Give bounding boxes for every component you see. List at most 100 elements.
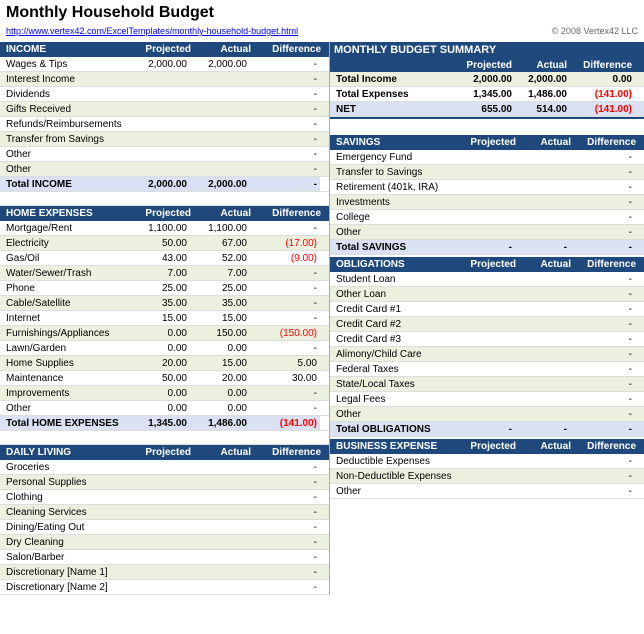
row-diff: (17.00) [250, 236, 320, 250]
row-label: Improvements [0, 386, 130, 400]
summary-row-diff: (141.00) [570, 87, 635, 101]
row-label: Retirement (401k, IRA) [330, 180, 460, 194]
row-label: Salon/Barber [0, 550, 130, 564]
row-projected: 43.00 [130, 251, 190, 265]
business-actual-label: Actual [519, 441, 574, 452]
template-link[interactable]: http://www.vertex42.com/ExcelTemplates/m… [6, 26, 298, 36]
savings-row: Investments - [330, 195, 644, 210]
row-actual [515, 469, 570, 483]
row-diff: 30.00 [250, 371, 320, 385]
income-total-diff: - [250, 177, 320, 191]
income-total-row: Total INCOME 2,000.00 2,000.00 - [0, 177, 329, 192]
row-projected: 1,100.00 [130, 221, 190, 235]
row-projected: 0.00 [130, 386, 190, 400]
income-row: Refunds/Reimbursements - [0, 117, 329, 132]
row-diff: - [250, 341, 320, 355]
row-label: Phone [0, 281, 130, 295]
row-projected: 25.00 [130, 281, 190, 295]
spreadsheet: Monthly Household Budget http://www.vert… [0, 0, 644, 595]
row-label: Other Loan [330, 287, 460, 301]
row-diff: - [570, 454, 635, 468]
page-title: Monthly Household Budget [6, 4, 214, 22]
summary-actual-lbl: Actual [515, 58, 570, 72]
row-projected [460, 180, 515, 194]
summary-col-headers: Projected Actual Difference [330, 58, 644, 72]
summary-row-projected: 1,345.00 [460, 87, 515, 101]
row-actual [190, 580, 250, 594]
row-diff: - [250, 117, 320, 131]
row-projected [460, 287, 515, 301]
income-projected-label: Projected [134, 44, 194, 55]
left-column: INCOME Projected Actual Difference Wages… [0, 42, 330, 595]
row-label: Credit Card #3 [330, 332, 460, 346]
row-projected: 0.00 [130, 341, 190, 355]
business-diff-label: Difference [574, 441, 639, 452]
row-label: Transfer to Savings [330, 165, 460, 179]
row-projected: 0.00 [130, 326, 190, 340]
row-projected [460, 272, 515, 286]
row-diff: - [570, 225, 635, 239]
row-diff: - [570, 317, 635, 331]
row-diff: - [570, 302, 635, 316]
row-projected [460, 407, 515, 421]
obligations-row: Student Loan - [330, 272, 644, 287]
row-actual [515, 225, 570, 239]
savings-row: Emergency Fund - [330, 150, 644, 165]
summary-row-label: Total Income [330, 72, 460, 86]
row-diff: 5.00 [250, 356, 320, 370]
row-actual [515, 362, 570, 376]
row-diff: - [570, 484, 635, 498]
row-label: Cable/Satellite [0, 296, 130, 310]
row-actual [190, 550, 250, 564]
row-projected [460, 165, 515, 179]
summary-row: Total Income 2,000.00 2,000.00 0.00 [330, 72, 644, 87]
daily-row: Clothing - [0, 490, 329, 505]
obligations-title: OBLIGATIONS [334, 259, 464, 270]
home-projected-label: Projected [134, 208, 194, 219]
row-label: Alimony/Child Care [330, 347, 460, 361]
row-diff: - [250, 401, 320, 415]
home-row: Phone 25.00 25.00 - [0, 281, 329, 296]
home-title: HOME EXPENSES [4, 208, 134, 219]
row-diff: (9.00) [250, 251, 320, 265]
obligations-total-row: Total OBLIGATIONS - - - [330, 422, 644, 437]
row-actual [515, 180, 570, 194]
row-diff: - [250, 102, 320, 116]
row-actual [515, 165, 570, 179]
summary-row-projected: 2,000.00 [460, 72, 515, 86]
row-label: Water/Sewer/Trash [0, 266, 130, 280]
summary-row-actual: 1,486.00 [515, 87, 570, 101]
row-label: Other [330, 484, 460, 498]
summary-projected-lbl: Projected [460, 58, 515, 72]
row-actual [190, 565, 250, 579]
row-diff: - [250, 132, 320, 146]
row-label: Mortgage/Rent [0, 221, 130, 235]
row-actual [190, 117, 250, 131]
row-label: Other [330, 407, 460, 421]
row-label: Legal Fees [330, 392, 460, 406]
row-actual [515, 454, 570, 468]
income-diff-label: Difference [254, 44, 324, 55]
savings-total-actual: - [515, 240, 570, 254]
row-actual: 15.00 [190, 356, 250, 370]
row-label: Other [0, 147, 130, 161]
summary-row-label: Total Expenses [330, 87, 460, 101]
row-actual [515, 150, 570, 164]
row-diff: - [250, 87, 320, 101]
row-diff: - [570, 195, 635, 209]
row-diff: - [250, 535, 320, 549]
obligations-projected-label: Projected [464, 259, 519, 270]
row-projected [460, 362, 515, 376]
obligations-total-actual: - [515, 422, 570, 436]
daily-row: Groceries - [0, 460, 329, 475]
link-row: http://www.vertex42.com/ExcelTemplates/m… [0, 24, 644, 38]
row-label: Furnishings/Appliances [0, 326, 130, 340]
row-projected [460, 195, 515, 209]
daily-row: Discretionary [Name 1] - [0, 565, 329, 580]
savings-diff-label: Difference [574, 137, 639, 148]
savings-total-projected: - [460, 240, 515, 254]
home-header: HOME EXPENSES Projected Actual Differenc… [0, 206, 329, 221]
daily-row: Discretionary [Name 2] - [0, 580, 329, 595]
row-projected [460, 454, 515, 468]
income-row: Other - [0, 162, 329, 177]
